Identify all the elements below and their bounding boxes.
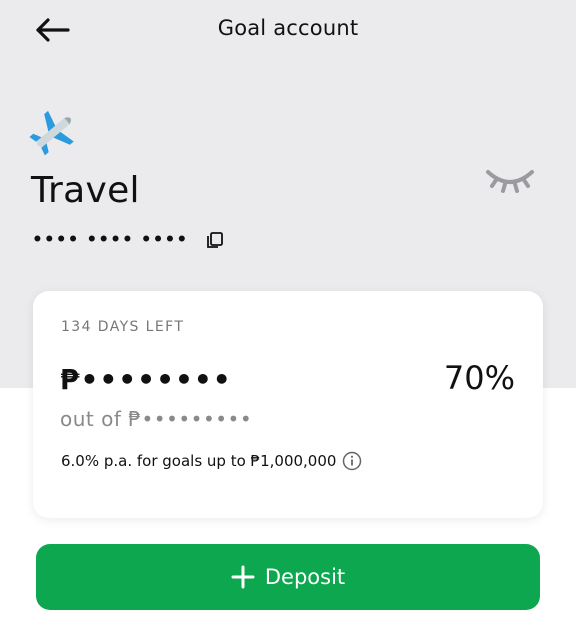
arrow-left-icon [36, 18, 70, 42]
info-icon [343, 451, 362, 471]
days-left-label: 134 DAYS LEFT [61, 319, 185, 335]
plus-icon [231, 565, 255, 589]
copy-icon [207, 232, 224, 248]
eye-closed-icon [486, 170, 534, 193]
interest-rate-text: 6.0% p.a. for goals up to ₱1,000,000 [61, 452, 337, 470]
progress-percent: 70% [443, 359, 515, 397]
hide-balance-toggle[interactable] [484, 162, 536, 198]
account-number-masked: •••• •••• •••• [32, 230, 189, 250]
info-button[interactable] [342, 451, 362, 471]
goal-name: Travel [31, 170, 140, 211]
back-button[interactable] [30, 12, 74, 48]
airplane-icon [28, 106, 80, 158]
goal-progress-card: 134 DAYS LEFT ₱•••••••• 70% out of ₱••••… [33, 291, 543, 518]
saved-amount: ₱•••••••• [60, 363, 232, 396]
page-title: Goal account [217, 16, 359, 40]
app-header: Goal account [0, 0, 576, 60]
interest-rate-row: 6.0% p.a. for goals up to ₱1,000,000 [61, 451, 362, 471]
account-number-row: •••• •••• •••• [32, 228, 226, 252]
deposit-button[interactable]: Deposit [36, 544, 540, 610]
deposit-label: Deposit [264, 565, 346, 589]
copy-button[interactable] [204, 229, 226, 251]
target-amount: out of ₱••••••••• [60, 407, 253, 431]
